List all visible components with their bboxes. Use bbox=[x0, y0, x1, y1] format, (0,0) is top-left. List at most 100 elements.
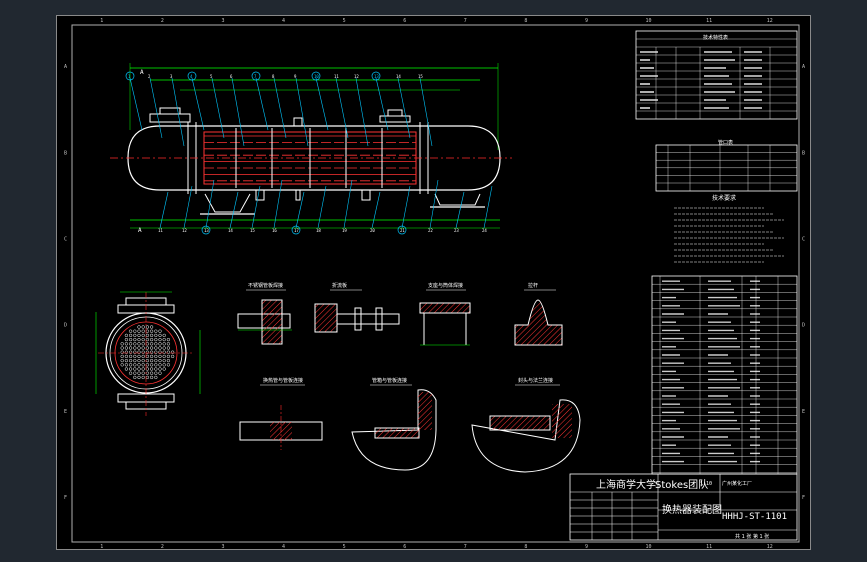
row-label: F bbox=[802, 495, 805, 501]
tube-hole bbox=[141, 337, 145, 342]
leader-number: 2 bbox=[148, 74, 151, 79]
tube-hole bbox=[154, 329, 158, 333]
row-label: B bbox=[802, 150, 805, 156]
tube-hole bbox=[133, 354, 137, 359]
row-label: D bbox=[802, 323, 805, 329]
column-label: 10 bbox=[646, 18, 652, 24]
tube-hole bbox=[133, 371, 137, 375]
svg-text:A: A bbox=[138, 227, 142, 234]
leader-number: 6 bbox=[230, 74, 233, 79]
tube-hole bbox=[145, 329, 150, 333]
detail-4-title: 拉杆 bbox=[528, 282, 538, 289]
tube-hole bbox=[128, 329, 133, 333]
leader-line bbox=[255, 77, 269, 131]
school-name: 上海商学大学 bbox=[596, 478, 656, 491]
detail-view-7: 封头与法兰连接 bbox=[471, 377, 581, 473]
tube-hole bbox=[170, 354, 175, 359]
leader-number: 12 bbox=[182, 228, 187, 233]
detail-7-title: 封头与法兰连接 bbox=[518, 377, 553, 384]
column-label: 2 bbox=[161, 544, 164, 550]
tube-hole bbox=[133, 367, 137, 371]
tube-hole bbox=[166, 342, 171, 346]
balloon-number: 4 bbox=[190, 74, 193, 79]
tube-hole bbox=[133, 329, 137, 333]
tube-hole bbox=[133, 337, 137, 342]
leader-number: 13 bbox=[204, 228, 209, 233]
tube-hole bbox=[120, 363, 124, 367]
row-label: E bbox=[802, 409, 805, 415]
tube-hole bbox=[145, 367, 150, 371]
tube-hole bbox=[166, 346, 171, 350]
leader-number: 14 bbox=[228, 228, 233, 233]
detail-2-title: 折流板 bbox=[332, 282, 347, 289]
leader-line bbox=[455, 191, 465, 229]
leader-number: 19 bbox=[342, 228, 347, 233]
project-name: 广州某化工厂 bbox=[722, 480, 752, 487]
tube-hole bbox=[133, 375, 137, 380]
column-label: 4 bbox=[282, 544, 285, 550]
tube-hole bbox=[166, 358, 171, 363]
leader-number: 18 bbox=[316, 228, 321, 233]
tube-hole bbox=[154, 375, 158, 380]
tube-hole bbox=[149, 375, 154, 380]
column-label: 5 bbox=[343, 18, 346, 24]
column-label: 2 bbox=[161, 18, 164, 24]
column-label: 3 bbox=[221, 544, 224, 550]
tube-hole bbox=[166, 354, 171, 359]
tube-hole bbox=[162, 358, 166, 363]
tube-hole bbox=[141, 329, 145, 333]
main-elevation-view: 1 2 3 4 5 6 7 8 9 10 11 12 13 14 15 11 12 13 14 15 16 17 18 19… bbox=[110, 63, 512, 235]
tube-hole bbox=[149, 329, 154, 333]
balloon-number: 13 bbox=[374, 74, 379, 79]
tube-hole bbox=[141, 333, 145, 338]
tube-hole bbox=[145, 346, 150, 350]
leader-line bbox=[129, 77, 143, 131]
tube-hole bbox=[145, 325, 150, 329]
leader-number: 9 bbox=[294, 74, 297, 79]
tube-hole bbox=[145, 354, 150, 359]
leader-number: 5 bbox=[210, 74, 213, 79]
parts-list bbox=[651, 275, 798, 475]
scale-label: 1:10 bbox=[700, 481, 712, 487]
detail-3-title: 支座与筒体焊接 bbox=[428, 282, 463, 289]
row-label: F bbox=[64, 495, 67, 501]
tube-hole bbox=[149, 346, 154, 350]
tube-hole bbox=[158, 329, 162, 333]
tube-hole bbox=[162, 367, 166, 371]
column-label: 7 bbox=[464, 544, 467, 550]
column-label: 10 bbox=[646, 544, 652, 550]
leader-number: 11 bbox=[158, 228, 163, 233]
tube-hole bbox=[149, 358, 154, 363]
tube-hole bbox=[124, 333, 129, 338]
row-label: B bbox=[64, 150, 67, 156]
cad-viewport[interactable]: 1 1 2 2 3 3 4 4 5 5 6 6 7 7 8 8 9 9 10 10 11 11 12 12 AABBCCDDE… bbox=[0, 0, 867, 562]
tube-hole bbox=[124, 367, 129, 371]
tube-hole bbox=[162, 342, 166, 346]
end-view bbox=[95, 291, 201, 416]
tech-data-table: 技术特性表 bbox=[635, 30, 798, 120]
tube-hole bbox=[128, 342, 133, 346]
tube-hole bbox=[145, 333, 150, 338]
tube-hole bbox=[154, 371, 158, 375]
tube-hole bbox=[133, 342, 137, 346]
detail-view-6: 管箱与管板连接 bbox=[351, 377, 437, 471]
tube-hole bbox=[137, 329, 141, 333]
detail-view-2: 折流板 bbox=[314, 282, 400, 333]
leader-number: 14 bbox=[396, 74, 401, 79]
tube-hole bbox=[120, 354, 124, 359]
drawing-number: HHHJ-ST-1101 bbox=[722, 512, 787, 522]
tube-hole bbox=[149, 354, 154, 359]
tube-hole bbox=[128, 371, 133, 375]
tube-hole bbox=[149, 342, 154, 346]
column-label: 7 bbox=[464, 18, 467, 24]
tube-hole bbox=[133, 333, 137, 338]
tube-hole bbox=[158, 367, 162, 371]
tube-hole bbox=[145, 371, 150, 375]
tube-hole bbox=[154, 358, 158, 363]
drawing-title: 换热器装配图 bbox=[662, 503, 722, 516]
row-label: C bbox=[802, 236, 805, 242]
tube-hole bbox=[137, 346, 141, 350]
detail-view-1: 不锈钢管板焊接 bbox=[237, 282, 292, 345]
nozzle-table-title: 管口表 bbox=[718, 139, 733, 146]
tube-hole bbox=[149, 325, 154, 329]
